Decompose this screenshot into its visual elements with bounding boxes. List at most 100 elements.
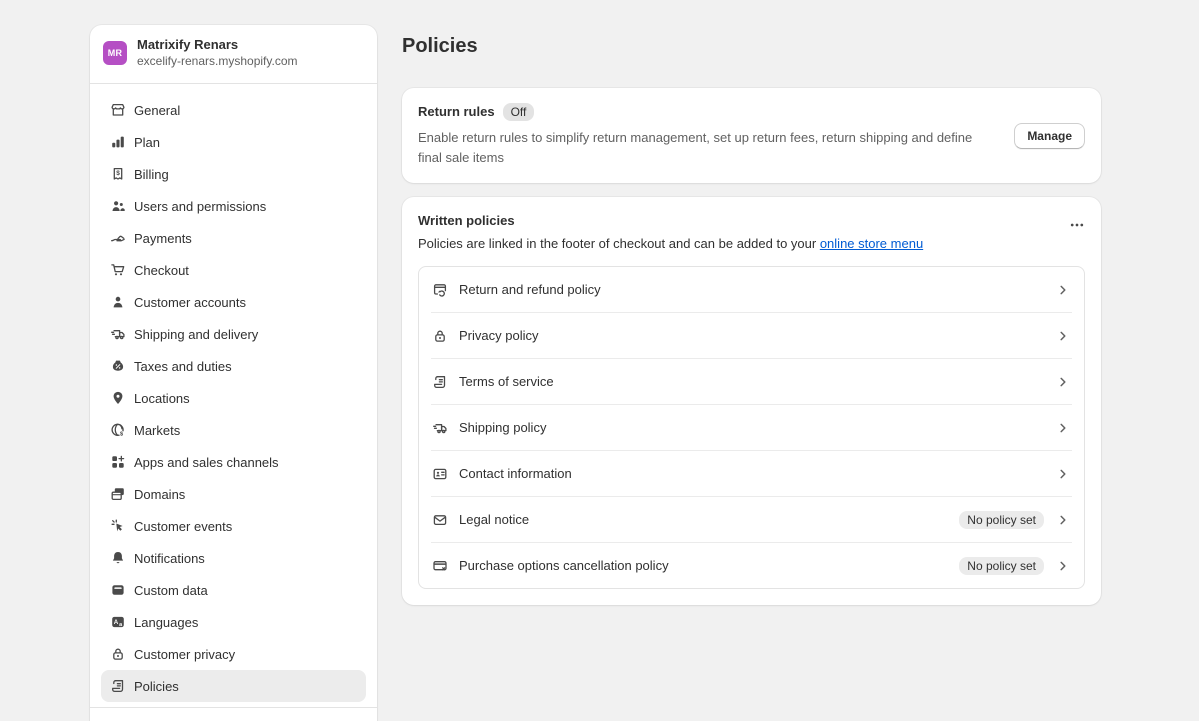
sidebar-item-domains[interactable]: Domains: [101, 478, 366, 510]
sidebar-item-taxes-and-duties[interactable]: Taxes and duties: [101, 350, 366, 382]
sidebar-item-label: General: [134, 103, 180, 118]
sidebar-item-users-and-permissions[interactable]: Users and permissions: [101, 190, 366, 222]
chevron-right-icon: [1055, 512, 1071, 528]
policy-row-label: Legal notice: [459, 512, 948, 527]
truck-icon: [110, 326, 126, 342]
policy-row-label: Privacy policy: [459, 328, 1044, 343]
chevron-right-icon: [1055, 466, 1071, 482]
manage-button[interactable]: Manage: [1014, 123, 1085, 149]
bell-icon: [110, 550, 126, 566]
sidebar-item-billing[interactable]: $ Billing: [101, 158, 366, 190]
truck-icon: [432, 420, 448, 436]
sidebar-item-payments[interactable]: Payments: [101, 222, 366, 254]
svg-text:A: A: [114, 619, 119, 626]
sidebar-item-customer-accounts[interactable]: Customer accounts: [101, 286, 366, 318]
sidebar-item-label: Locations: [134, 391, 190, 406]
policy-row-label: Terms of service: [459, 374, 1044, 389]
no-policy-set-badge: No policy set: [959, 557, 1044, 575]
sidebar-footer-divider: [90, 707, 377, 708]
sidebar-item-label: Notifications: [134, 551, 205, 566]
package-return-icon: [432, 282, 448, 298]
sidebar-item-notifications[interactable]: Notifications: [101, 542, 366, 574]
person-icon: [110, 294, 126, 310]
sidebar-item-label: Billing: [134, 167, 169, 182]
policy-row-label: Return and refund policy: [459, 282, 1044, 297]
policy-row-return-and-refund-policy[interactable]: Return and refund policy: [419, 267, 1084, 312]
sidebar-item-label: Customer accounts: [134, 295, 246, 310]
sidebar-item-label: Taxes and duties: [134, 359, 232, 374]
sidebar-item-checkout[interactable]: Checkout: [101, 254, 366, 286]
chevron-right-icon: [1055, 374, 1071, 390]
policy-row-legal-notice[interactable]: Legal notice No policy set: [419, 497, 1084, 542]
policy-row-label: Shipping policy: [459, 420, 1044, 435]
sidebar-item-shipping-and-delivery[interactable]: Shipping and delivery: [101, 318, 366, 350]
scroll-icon: [432, 374, 448, 390]
sidebar-item-customer-privacy[interactable]: Customer privacy: [101, 638, 366, 670]
sidebar-item-apps-and-sales-channels[interactable]: Apps and sales channels: [101, 446, 366, 478]
hand-payment-icon: [110, 230, 126, 246]
policy-row-shipping-policy[interactable]: Shipping policy: [419, 405, 1084, 450]
custom-data-icon: [110, 582, 126, 598]
sidebar-item-label: Shipping and delivery: [134, 327, 258, 342]
apps-grid-icon: [110, 454, 126, 470]
written-policies-title: Written policies: [418, 213, 515, 229]
store-icon: [110, 102, 126, 118]
sidebar-item-plan[interactable]: Plan: [101, 126, 366, 158]
map-pin-icon: [110, 390, 126, 406]
policy-list: Return and refund policy Privacy policy Te…: [418, 266, 1085, 589]
sidebar-item-locations[interactable]: Locations: [101, 382, 366, 414]
sidebar-item-customer-events[interactable]: Customer events: [101, 510, 366, 542]
sidebar-item-label: Apps and sales channels: [134, 455, 279, 470]
no-policy-set-badge: No policy set: [959, 511, 1044, 529]
policy-row-terms-of-service[interactable]: Terms of service: [419, 359, 1084, 404]
sidebar-item-label: Domains: [134, 487, 185, 502]
sidebar-item-label: Languages: [134, 615, 198, 630]
return-rules-card: Return rules Off Enable return rules to …: [402, 88, 1101, 183]
cart-icon: [110, 262, 126, 278]
chevron-right-icon: [1055, 328, 1071, 344]
policy-row-label: Contact information: [459, 466, 1044, 481]
chevron-right-icon: [1055, 558, 1071, 574]
receipt-dollar-icon: $: [110, 166, 126, 182]
sidebar-item-custom-data[interactable]: Custom data: [101, 574, 366, 606]
language-icon: Aa: [110, 614, 126, 630]
return-rules-status-badge: Off: [503, 103, 535, 121]
sidebar-item-languages[interactable]: Aa Languages: [101, 606, 366, 638]
sidebar-item-label: Customer privacy: [134, 647, 235, 662]
sidebar-nav: General Plan $ Billing Users and permissions…: [90, 84, 377, 707]
sidebar-item-policies[interactable]: Policies: [101, 670, 366, 702]
policy-row-label: Purchase options cancellation policy: [459, 558, 948, 573]
policy-row-contact-information[interactable]: Contact information: [419, 451, 1084, 496]
horizontal-dots-icon: [1069, 217, 1085, 233]
chart-icon: [110, 134, 126, 150]
chevron-right-icon: [1055, 420, 1071, 436]
money-bag-icon: [110, 358, 126, 374]
lock-icon: [110, 646, 126, 662]
lock-icon: [432, 328, 448, 344]
sidebar-item-label: Markets: [134, 423, 180, 438]
scroll-icon: [110, 678, 126, 694]
policy-row-purchase-options-cancellation-policy[interactable]: Purchase options cancellation policy No p…: [419, 543, 1084, 588]
sidebar-item-label: Policies: [134, 679, 179, 694]
page-title: Policies: [402, 34, 1101, 58]
contact-card-icon: [432, 466, 448, 482]
sidebar-item-markets[interactable]: $ Markets: [101, 414, 366, 446]
sidebar-item-label: Payments: [134, 231, 192, 246]
users-icon: [110, 198, 126, 214]
return-rules-title: Return rules: [418, 104, 495, 120]
sidebar-item-label: Plan: [134, 135, 160, 150]
globe-dollar-icon: $: [110, 422, 126, 438]
online-store-menu-link[interactable]: online store menu: [820, 236, 923, 251]
return-rules-description: Enable return rules to simplify return m…: [418, 128, 988, 168]
written-policies-description-text: Policies are linked in the footer of che…: [418, 236, 820, 251]
sidebar-item-general[interactable]: General: [101, 94, 366, 126]
envelope-icon: [432, 512, 448, 528]
card-cancel-icon: [432, 558, 448, 574]
written-policies-description: Policies are linked in the footer of che…: [418, 234, 1085, 254]
more-actions-button[interactable]: [1065, 213, 1089, 237]
domains-icon: [110, 486, 126, 502]
store-avatar: MR: [103, 41, 127, 65]
svg-text:$: $: [116, 170, 120, 177]
chevron-right-icon: [1055, 282, 1071, 298]
policy-row-privacy-policy[interactable]: Privacy policy: [419, 313, 1084, 358]
